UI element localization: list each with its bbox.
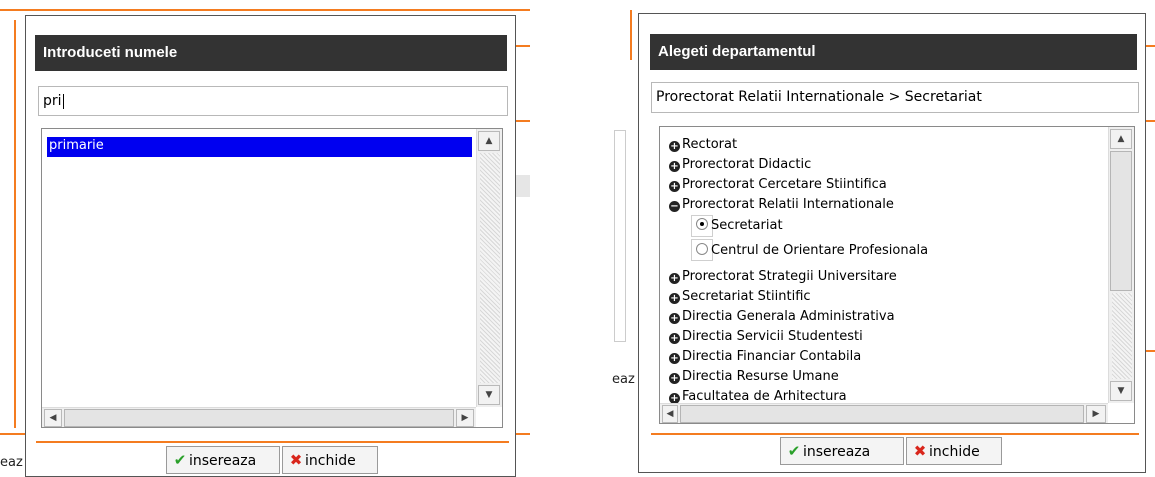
tree-item-rectorat[interactable]: + Rectorat xyxy=(669,135,737,155)
tree-item-label: Directia Resurse Umane xyxy=(682,369,839,384)
tree-item-prorectorat-strategii[interactable]: + Prorectorat Strategii Universitare xyxy=(669,267,897,287)
radio-selected-icon[interactable] xyxy=(696,218,708,230)
tree-item-directia-financiar[interactable]: + Directia Financiar Contabila xyxy=(669,347,861,367)
plus-circle-icon[interactable]: + xyxy=(669,161,680,172)
tree-item-centrul-orientare[interactable]: Centrul de Orientare Profesionala xyxy=(696,241,928,261)
close-button[interactable]: ✖ inchide xyxy=(906,437,1002,465)
scroll-down-button[interactable]: ▼ xyxy=(1110,381,1132,401)
close-button[interactable]: ✖ inchide xyxy=(282,446,378,474)
insert-button[interactable]: ✔ insereaza xyxy=(780,437,904,465)
bg-text-fragment: eaz xyxy=(0,455,23,470)
plus-circle-icon[interactable]: + xyxy=(669,313,680,324)
insert-button-label: insereaza xyxy=(189,453,257,469)
tree-item-label: Rectorat xyxy=(682,137,738,152)
list-item-selected[interactable]: primarie xyxy=(47,137,472,157)
tree-item-secretariat-stiintific[interactable]: + Secretariat Stiintific xyxy=(669,287,811,307)
check-icon: ✔ xyxy=(173,451,187,469)
scroll-track[interactable] xyxy=(480,153,500,383)
plus-circle-icon[interactable]: + xyxy=(669,141,680,152)
tree-content: + Rectorat + Prorectorat Didactic + Prorect… xyxy=(660,127,1108,403)
scroll-thumb[interactable] xyxy=(680,405,1084,423)
department-dialog: Alegeti departamentul Prorectorat Relati… xyxy=(638,13,1146,473)
insert-button[interactable]: ✔ insereaza xyxy=(166,446,280,474)
minus-circle-icon[interactable]: − xyxy=(669,201,680,212)
bg-gray-block xyxy=(614,130,626,342)
tree-item-label: Prorectorat Relatii Internationale xyxy=(682,197,894,212)
bg-orange-line xyxy=(0,9,530,11)
dialog-title: Alegeti departamentul xyxy=(650,34,1137,70)
vertical-scrollbar[interactable]: ▲ ▼ xyxy=(1108,127,1134,403)
tree-item-label: Directia Financiar Contabila xyxy=(682,349,862,364)
tree-item-prorectorat-cercetare[interactable]: + Prorectorat Cercetare Stiintifica xyxy=(669,175,887,195)
horizontal-scrollbar[interactable]: ◀ ▶ xyxy=(660,403,1108,423)
tree-item-label: Directia Generala Administrativa xyxy=(682,309,895,324)
scroll-up-button[interactable]: ▲ xyxy=(478,131,500,151)
tree-item-directia-resurse[interactable]: + Directia Resurse Umane xyxy=(669,367,839,387)
department-path-field[interactable]: Prorectorat Relatii Internationale > Sec… xyxy=(651,82,1139,113)
name-search-input[interactable]: pri xyxy=(38,86,508,116)
tree-item-prorectorat-didactic[interactable]: + Prorectorat Didactic xyxy=(669,155,811,175)
tree-item-label: Directia Servicii Studentesti xyxy=(682,329,863,344)
tree-item-prorectorat-relatii[interactable]: − Prorectorat Relatii Internationale xyxy=(669,195,894,215)
scroll-down-button[interactable]: ▼ xyxy=(478,385,500,405)
tree-item-label: Prorectorat Strategii Universitare xyxy=(682,269,897,284)
bg-gray-block xyxy=(515,175,530,197)
department-tree[interactable]: + Rectorat + Prorectorat Didactic + Prorect… xyxy=(659,126,1135,424)
tree-item-label: Secretariat Stiintific xyxy=(682,289,811,304)
tree-item-facultatea-arhitectura[interactable]: + Facultatea de Arhitectura xyxy=(669,387,847,403)
scrollbar-corner xyxy=(1108,403,1134,423)
dialog-title: Introduceti numele xyxy=(35,35,507,71)
search-input-value: pri xyxy=(43,93,62,109)
plus-circle-icon[interactable]: + xyxy=(669,293,680,304)
x-icon: ✖ xyxy=(913,442,927,460)
scroll-left-button[interactable]: ◀ xyxy=(662,405,678,423)
tree-item-directia-servicii[interactable]: + Directia Servicii Studentesti xyxy=(669,327,863,347)
check-icon: ✔ xyxy=(787,442,801,460)
text-caret xyxy=(62,93,64,109)
scroll-track[interactable] xyxy=(1112,293,1132,379)
scroll-thumb[interactable] xyxy=(64,409,454,427)
tree-item-secretariat[interactable]: Secretariat xyxy=(696,216,783,236)
bg-text-fragment: eaz xyxy=(612,372,635,387)
tree-item-label: Prorectorat Cercetare Stiintifica xyxy=(682,177,887,192)
name-dialog: Introduceti numele pri primarie ▲ ▼ ◀ ▶ … xyxy=(25,15,516,477)
close-button-label: inchide xyxy=(305,453,356,469)
tree-item-label: Secretariat xyxy=(711,218,783,233)
plus-circle-icon[interactable]: + xyxy=(669,273,680,284)
footer-separator xyxy=(36,441,509,443)
scroll-right-button[interactable]: ▶ xyxy=(456,409,474,427)
plus-circle-icon[interactable]: + xyxy=(669,333,680,344)
tree-item-label: Facultatea de Arhitectura xyxy=(682,389,847,403)
footer-separator xyxy=(651,433,1139,435)
plus-circle-icon[interactable]: + xyxy=(669,353,680,364)
radio-icon[interactable] xyxy=(696,243,708,255)
plus-circle-icon[interactable]: + xyxy=(669,373,680,384)
scroll-thumb[interactable] xyxy=(1110,151,1132,291)
scroll-left-button[interactable]: ◀ xyxy=(44,409,62,427)
close-button-label: inchide xyxy=(929,444,980,460)
results-list[interactable]: primarie ▲ ▼ ◀ ▶ xyxy=(41,128,503,428)
plus-circle-icon[interactable]: + xyxy=(669,393,680,403)
tree-item-label: Centrul de Orientare Profesionala xyxy=(711,243,929,258)
x-icon: ✖ xyxy=(289,451,303,469)
scroll-up-button[interactable]: ▲ xyxy=(1110,129,1132,149)
insert-button-label: insereaza xyxy=(803,444,871,460)
tree-item-label: Prorectorat Didactic xyxy=(682,157,812,172)
bg-orange-vline xyxy=(630,10,632,60)
vertical-scrollbar[interactable]: ▲ ▼ xyxy=(476,129,502,407)
scrollbar-corner xyxy=(476,407,502,427)
plus-circle-icon[interactable]: + xyxy=(669,181,680,192)
bg-orange-vline xyxy=(14,20,16,428)
tree-item-directia-administrativa[interactable]: + Directia Generala Administrativa xyxy=(669,307,895,327)
horizontal-scrollbar[interactable]: ◀ ▶ xyxy=(42,407,476,427)
scroll-right-button[interactable]: ▶ xyxy=(1086,405,1106,423)
